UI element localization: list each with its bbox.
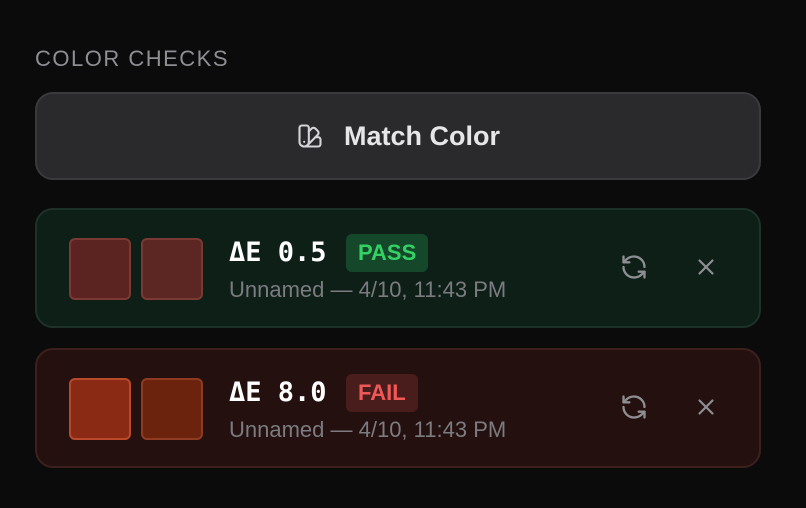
check-meta: Unnamed — 4/10, 11:43 PM <box>229 277 507 302</box>
reference-swatch <box>69 378 131 440</box>
match-color-button[interactable]: Match Color <box>35 92 761 180</box>
refresh-icon <box>620 253 648 286</box>
swatch-book-icon <box>296 122 324 150</box>
sample-swatch <box>141 238 203 300</box>
section-title: COLOR CHECKS <box>35 46 230 71</box>
check-meta: Unnamed — 4/10, 11:43 PM <box>229 417 507 442</box>
refresh-icon <box>620 393 648 426</box>
recheck-button[interactable] <box>618 253 650 285</box>
delta-e-value: ΔE 8.0 <box>229 377 327 408</box>
reference-swatch <box>69 238 131 300</box>
remove-check-button[interactable] <box>690 393 722 425</box>
status-badge: FAIL <box>346 374 418 412</box>
status-badge: PASS <box>346 234 429 272</box>
recheck-button[interactable] <box>618 393 650 425</box>
color-check-row: ΔE 8.0 FAIL Unnamed — 4/10, 11:43 PM <box>35 348 761 468</box>
close-icon <box>693 394 719 425</box>
delta-e-value: ΔE 0.5 <box>229 237 327 268</box>
color-checks-panel: COLOR CHECKS Match Color ΔE 0.5 PASS Unn… <box>0 0 806 508</box>
remove-check-button[interactable] <box>690 253 722 285</box>
close-icon <box>693 254 719 285</box>
sample-swatch <box>141 378 203 440</box>
match-color-label: Match Color <box>343 120 500 151</box>
color-check-row: ΔE 0.5 PASS Unnamed — 4/10, 11:43 PM <box>35 208 761 328</box>
